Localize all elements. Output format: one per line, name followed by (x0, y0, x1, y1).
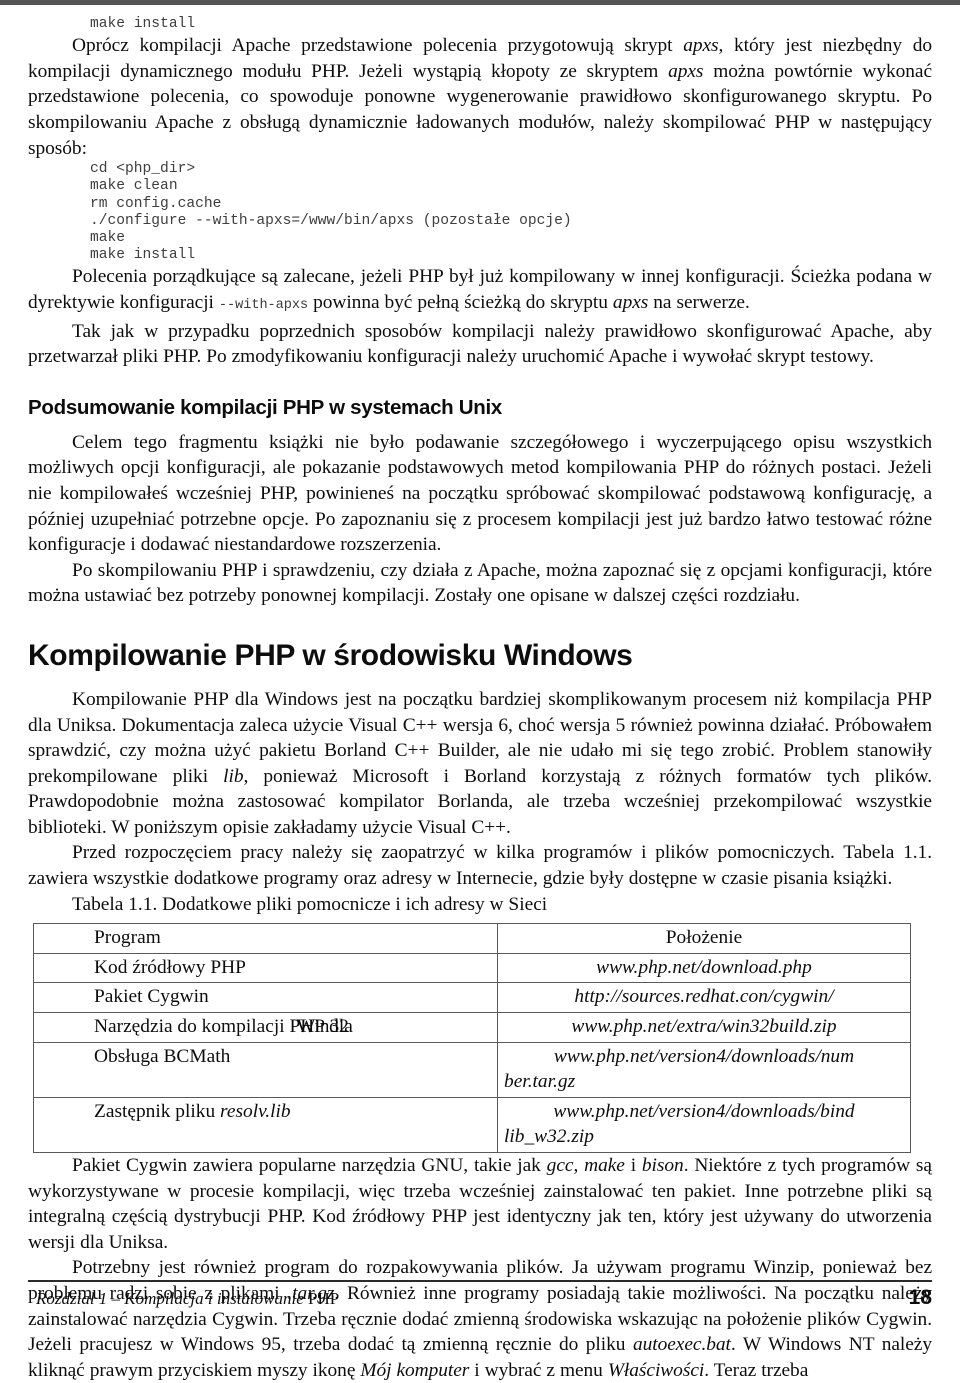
text-run: na serwerze. (648, 291, 750, 313)
cell-program-name: Zastępnik pliku resolv.lib (33, 1096, 498, 1154)
table-row: Zastępnik pliku resolv.lib www.php.net/v… (33, 1096, 911, 1154)
text-run: . Teraz trzeba (704, 1359, 809, 1381)
url-text: www.php.net/download.php (596, 956, 812, 978)
cell-location-url: www.php.net/version4/downloads/bind lib_w… (497, 1096, 911, 1154)
emphasis-make: make (584, 1155, 625, 1177)
emphasis-wlasciwosci: Właściwości (607, 1359, 705, 1381)
footer-row: Rozdział 1 – Kompilacja i instalowanie P… (28, 1286, 932, 1310)
section-heading-unix-summary: Podsumowanie kompilacji PHP w systemach … (28, 395, 503, 419)
paragraph-apxs-intro: Oprócz kompilacji Apache przedstawione p… (28, 33, 932, 161)
emphasis-resolv-lib: resolv.lib (220, 1100, 291, 1122)
cell-location-url: www.php.net/download.php (497, 952, 911, 984)
emphasis-apxs: apxs (668, 60, 704, 82)
table-row: Pakiet Cygwin http://sources.redhat.con/… (33, 982, 911, 1014)
cell-location-url: www.php.net/version4/downloads/num ber.ta… (497, 1041, 911, 1098)
url-text: www.php.net/extra/win32build.zip (571, 1016, 837, 1038)
code-block-configure: cd <php_dir> make clean rm config.cache … (90, 161, 572, 264)
cell-program-name: Pakiet Cygwin (33, 982, 498, 1014)
page-content: make install Oprócz kompilacji Apache pr… (28, 0, 932, 1383)
text-run: powinna być pełną ścieżką do skryptu (308, 291, 613, 313)
column-header-location: Położenie (497, 923, 911, 954)
paragraph-windows-intro: Kompilowanie PHP dla Windows jest na poc… (28, 687, 932, 841)
cell-program-name: Narzędzia do kompilacji PHP dlaWin32 (33, 1012, 498, 1043)
table-caption: Tabela 1.1. Dodatkowe pliki pomocnicze i… (72, 893, 548, 915)
code-line-make-install: make install (90, 16, 196, 32)
page-number: 18 (908, 1286, 932, 1309)
cell-program-name: Kod źródłowy PHP (33, 952, 498, 984)
footer-rule (28, 1280, 932, 1282)
cell-location-url: http://sources.redhat.con/cygwin/ (497, 982, 911, 1014)
document-page: make install Oprócz kompilacji Apache pr… (0, 0, 960, 1381)
emphasis-apxs: apxs (683, 35, 719, 57)
cell-program-name: Obsługa BCMath (33, 1041, 498, 1098)
paragraph-after-compiling: Po skompilowaniu PHP i sprawdzeniu, czy … (28, 559, 932, 607)
cell-text: Zastępnik pliku (94, 1100, 221, 1122)
footer-chapter-text: Rozdział 1 – Kompilacja i instalowanie (36, 1289, 309, 1308)
emphasis-apxs: apxs (612, 291, 649, 313)
emphasis-gcc: gcc (546, 1155, 574, 1177)
footer-chapter-label: Rozdział 1 – Kompilacja i instalowanie P… (28, 1289, 339, 1309)
table-header-row: Program Położenie (33, 923, 911, 954)
table-row: Kod źródłowy PHP www.php.net/download.ph… (33, 952, 911, 984)
table-row: Narzędzia do kompilacji PHP dlaWin32 www… (33, 1012, 911, 1043)
text-run: i wybrać z menu (469, 1359, 608, 1381)
paragraph-cleanup-commands: Polecenia porządkujące są zalecane, jeże… (28, 264, 932, 318)
url-text-line2: lib_w32.zip (504, 1126, 594, 1148)
url-text: http://sources.redhat.con/cygwin/ (574, 986, 834, 1008)
paragraph-cygwin-tools: Pakiet Cygwin zawiera popularne narzędzi… (28, 1153, 932, 1255)
url-text: www.php.net/version4/downloads/bind (553, 1100, 855, 1122)
column-header-program: Program (33, 923, 498, 954)
emphasis-lib: lib (223, 765, 244, 787)
cell-text-overflow: Win32 (296, 1016, 349, 1038)
paragraph-configure-apache: Tak jak w przypadku poprzednich sposobów… (28, 320, 932, 368)
emphasis-moj-komputer: Mój komputer (360, 1359, 470, 1381)
footer-chapter-php: PHP (308, 1289, 340, 1308)
url-text: www.php.net/version4/downloads/num (553, 1045, 855, 1067)
text-run: Pakiet Cygwin zawiera popularne narzędzi… (72, 1155, 547, 1177)
auxiliary-files-table: Program Położenie Kod źródłowy PHP www.p… (33, 923, 911, 1154)
paragraph-prerequisites: Przed rozpoczęciem pracy należy się zaop… (28, 842, 932, 890)
emphasis-autoexec: autoexec.bat (632, 1334, 731, 1356)
emphasis-bison: bison (641, 1155, 684, 1177)
page-footer: Rozdział 1 – Kompilacja i instalowanie P… (28, 1280, 932, 1310)
paragraph-book-scope: Celem tego fragmentu książki nie było po… (28, 431, 932, 556)
text-run: , (573, 1155, 585, 1177)
text-run: Oprócz kompilacji Apache przedstawione p… (72, 35, 684, 57)
paragraph-unzip-tools: Potrzebny jest również program do rozpak… (28, 1255, 932, 1383)
url-text-line2: ber.tar.gz (504, 1071, 576, 1093)
chapter-heading-windows: Kompilowanie PHP w środowisku Windows (28, 638, 633, 672)
inline-code-with-apxs: --with-apxs (218, 297, 309, 313)
text-run: i (624, 1155, 642, 1177)
table-row: Obsługa BCMath www.php.net/version4/down… (33, 1041, 911, 1098)
cell-location-url: www.php.net/extra/win32build.zip (497, 1012, 911, 1043)
